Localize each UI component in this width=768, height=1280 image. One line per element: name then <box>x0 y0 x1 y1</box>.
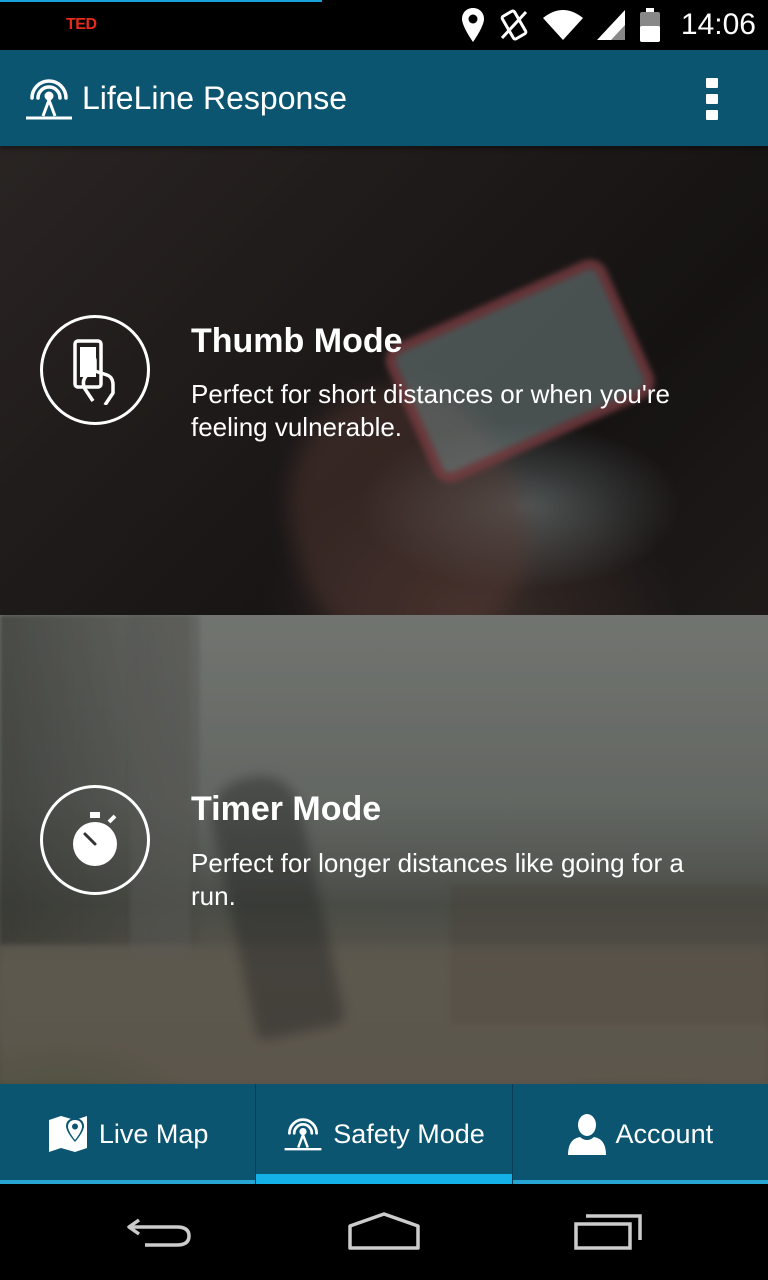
hand-phone-icon <box>40 315 150 425</box>
tab-label: Account <box>615 1118 714 1149</box>
signal-tower-icon <box>283 1115 323 1153</box>
timer-mode-card[interactable]: Timer Mode Perfect for longer distances … <box>0 615 768 1084</box>
wifi-icon <box>542 10 583 40</box>
overflow-menu-icon[interactable] <box>696 78 728 120</box>
map-pin-icon <box>47 1114 89 1154</box>
vibrate-off-icon <box>499 9 529 41</box>
system-nav-bar <box>0 1184 768 1280</box>
person-icon <box>567 1113 606 1155</box>
tab-underline-active <box>256 1174 512 1184</box>
tab-label: Safety Mode <box>333 1118 485 1149</box>
clock-time: 14:06 <box>680 8 756 41</box>
home-icon[interactable] <box>344 1208 424 1256</box>
tab-live-map[interactable]: Live Map <box>0 1084 256 1184</box>
tab-account[interactable]: Account <box>511 1084 768 1184</box>
recents-icon[interactable] <box>568 1208 648 1256</box>
signal-tower-icon <box>24 76 74 122</box>
mode-description: Perfect for short distances or when you'… <box>191 379 670 442</box>
mode-description: Perfect for longer distances like going … <box>191 848 684 911</box>
app-title: LifeLine Response <box>82 80 348 116</box>
menu-dot <box>706 110 718 120</box>
bottom-tab-bar: Live Map Safety Mode Account <box>0 1084 768 1184</box>
tab-safety-mode[interactable]: Safety Mode <box>255 1084 512 1184</box>
mode-title: Thumb Mode <box>191 322 403 360</box>
stopwatch-icon <box>40 785 150 895</box>
back-icon[interactable] <box>120 1208 200 1256</box>
thumb-mode-card[interactable]: Thumb Mode Perfect for short distances o… <box>0 146 768 615</box>
location-icon <box>461 8 485 42</box>
loading-indicator <box>0 0 322 2</box>
menu-dot <box>706 94 718 104</box>
tab-label: Live Map <box>98 1118 209 1149</box>
status-icons: 14:06 <box>461 0 756 50</box>
app-bar: LifeLine Response <box>0 50 768 146</box>
battery-icon <box>639 8 661 42</box>
signal-icon <box>596 10 625 40</box>
notification-text: TED <box>66 16 97 33</box>
status-bar: TED 14:06 <box>0 0 768 50</box>
menu-dot <box>706 78 718 88</box>
mode-title: Timer Mode <box>191 790 382 828</box>
